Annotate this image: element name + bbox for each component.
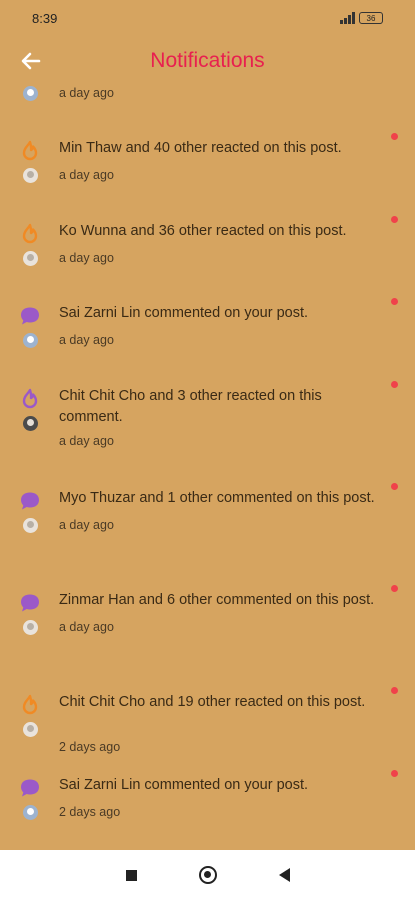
avatar bbox=[23, 86, 38, 101]
notification-text: Min Thaw and 40 other reacted on this po… bbox=[59, 140, 342, 156]
notification-text: Ko Wunna and 36 other reacted on this po… bbox=[59, 223, 347, 239]
signal-icon bbox=[340, 12, 355, 24]
unread-dot bbox=[391, 216, 398, 223]
unread-dot bbox=[391, 133, 398, 140]
comment-bubble-icon bbox=[18, 776, 42, 800]
avatar bbox=[23, 333, 38, 348]
triangle-back-icon[interactable] bbox=[278, 868, 290, 882]
notification-text: Chit Chit Cho and 3 other reacted on thi… bbox=[59, 388, 322, 425]
notification-time: 2 days ago bbox=[59, 805, 121, 819]
comment-bubble-icon bbox=[18, 489, 42, 513]
notification-time: a day ago bbox=[59, 168, 114, 182]
notification-time: a day ago bbox=[59, 620, 114, 634]
square-icon[interactable] bbox=[125, 869, 137, 881]
avatar bbox=[23, 722, 38, 737]
unread-dot bbox=[391, 381, 398, 388]
system-navigation-bar bbox=[0, 850, 415, 900]
notification-list[interactable]: a day ago Min Thaw and 40 other reacted … bbox=[0, 78, 415, 850]
notification-text: Zinmar Han and 6 other commented on this… bbox=[59, 592, 375, 608]
avatar bbox=[23, 251, 38, 266]
fire-reaction-icon bbox=[18, 387, 42, 411]
comment-bubble-icon bbox=[18, 591, 42, 615]
comment-bubble-icon bbox=[18, 304, 42, 328]
unread-dot bbox=[391, 770, 398, 777]
circle-icon[interactable] bbox=[198, 866, 217, 884]
unread-dot bbox=[391, 483, 398, 490]
battery-level: 36 bbox=[366, 13, 376, 23]
avatar bbox=[23, 805, 38, 820]
avatar bbox=[23, 168, 38, 183]
notification-text: Myo Thuzar and 1 other commented on this… bbox=[59, 490, 375, 506]
unread-dot bbox=[391, 585, 398, 592]
notification-time: a day ago bbox=[59, 333, 114, 347]
notification-time: a day ago bbox=[59, 518, 114, 532]
status-icons: 36 bbox=[340, 12, 383, 24]
arrow-left-icon[interactable] bbox=[18, 48, 44, 74]
fire-reaction-icon bbox=[18, 693, 42, 717]
notification-time: a day ago bbox=[59, 86, 114, 100]
unread-dot bbox=[391, 298, 398, 305]
notification-time: a day ago bbox=[59, 434, 114, 448]
avatar bbox=[23, 518, 38, 533]
notification-time: a day ago bbox=[59, 251, 114, 265]
avatar bbox=[23, 620, 38, 635]
fire-reaction-icon bbox=[18, 139, 42, 163]
status-bar: 8:39 36 bbox=[0, 0, 415, 36]
notification-text: Sai Zarni Lin commented on your post. bbox=[59, 305, 309, 321]
notification-text: Chit Chit Cho and 19 other reacted on th… bbox=[59, 694, 366, 710]
notification-time: 2 days ago bbox=[59, 740, 121, 754]
unread-dot bbox=[391, 687, 398, 694]
page-title: Notifications bbox=[150, 49, 265, 72]
clock: 8:39 bbox=[32, 10, 58, 26]
battery-icon: 36 bbox=[359, 12, 383, 24]
avatar bbox=[23, 416, 38, 431]
notification-text: Sai Zarni Lin commented on your post. bbox=[59, 777, 309, 793]
fire-reaction-icon bbox=[18, 222, 42, 246]
